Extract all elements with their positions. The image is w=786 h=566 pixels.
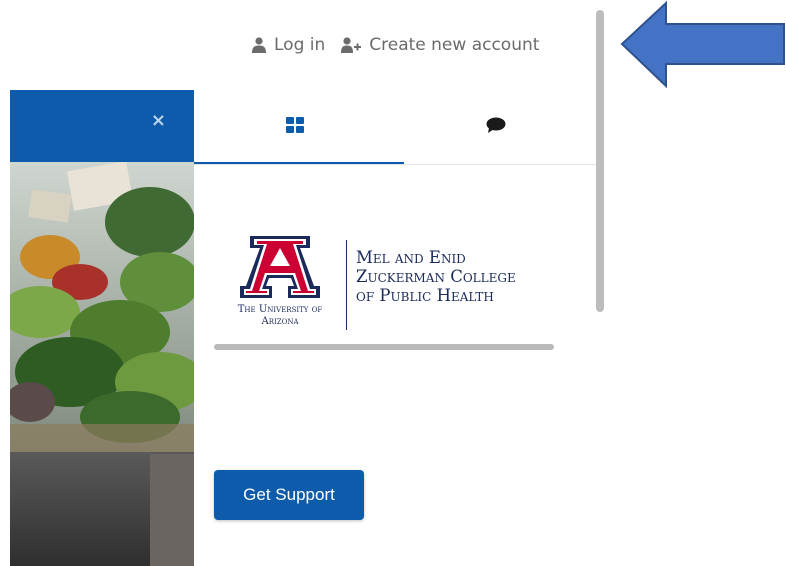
university-name: The University of Arizona bbox=[237, 304, 323, 327]
active-tab-indicator bbox=[194, 162, 404, 164]
tab-messages[interactable] bbox=[395, 90, 596, 164]
college-name-line2: Zuckerman College bbox=[356, 267, 516, 286]
market-photo bbox=[10, 162, 194, 566]
close-icon[interactable]: × bbox=[151, 110, 166, 131]
college-logo: The University of Arizona Mel and Enid Z… bbox=[220, 236, 580, 336]
college-name: Mel and Enid Zuckerman College of Public… bbox=[356, 248, 586, 305]
chat-bubble-icon bbox=[486, 117, 506, 137]
tab-blocks[interactable] bbox=[194, 90, 395, 164]
horizontal-scrollbar[interactable] bbox=[214, 344, 554, 350]
college-name-line1: Mel and Enid bbox=[356, 248, 466, 267]
blocks-grid-icon bbox=[285, 117, 304, 137]
create-account-label: Create new account bbox=[369, 35, 540, 55]
arizona-a-icon bbox=[240, 236, 320, 298]
logo-divider bbox=[346, 240, 347, 330]
left-arrow-annotation-icon bbox=[620, 0, 785, 89]
get-support-button[interactable]: Get Support bbox=[214, 470, 364, 520]
login-link[interactable]: Log in bbox=[252, 35, 325, 55]
university-mark: The University of Arizona bbox=[220, 236, 340, 336]
top-links: Log in Create new account bbox=[252, 30, 539, 60]
college-name-line3: of Public Health bbox=[356, 286, 494, 305]
drawer-photo-panel: × bbox=[10, 90, 194, 566]
user-icon bbox=[252, 37, 266, 53]
drawer-header: × bbox=[10, 90, 194, 162]
drawer-content: The University of Arizona Mel and Enid Z… bbox=[194, 90, 596, 566]
user-plus-icon bbox=[341, 37, 362, 53]
create-account-link[interactable]: Create new account bbox=[341, 35, 539, 55]
drawer-tabs bbox=[194, 90, 596, 165]
vertical-scrollbar[interactable] bbox=[596, 10, 604, 312]
page: Log in Create new account × The Universi… bbox=[0, 0, 786, 566]
login-label: Log in bbox=[274, 35, 326, 55]
